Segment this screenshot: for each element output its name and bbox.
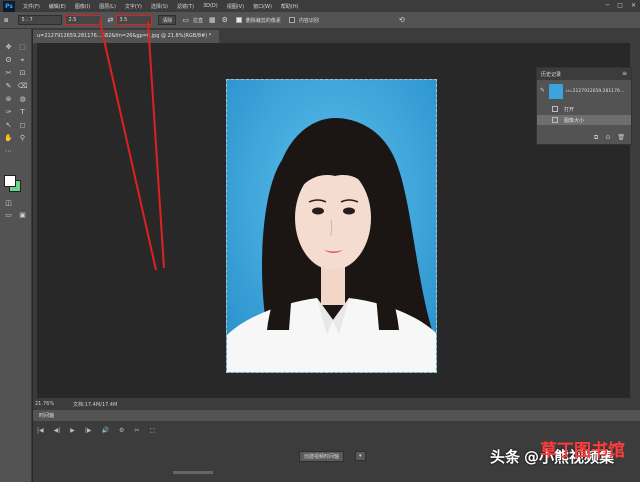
watermark-site: 草丁图书馆 xyxy=(540,441,625,461)
annotation-arrow-line xyxy=(147,21,165,269)
annotation-overlay xyxy=(99,21,165,271)
annotation-arrow-line xyxy=(99,21,157,271)
watermark-brand: 头条 xyxy=(490,448,521,466)
